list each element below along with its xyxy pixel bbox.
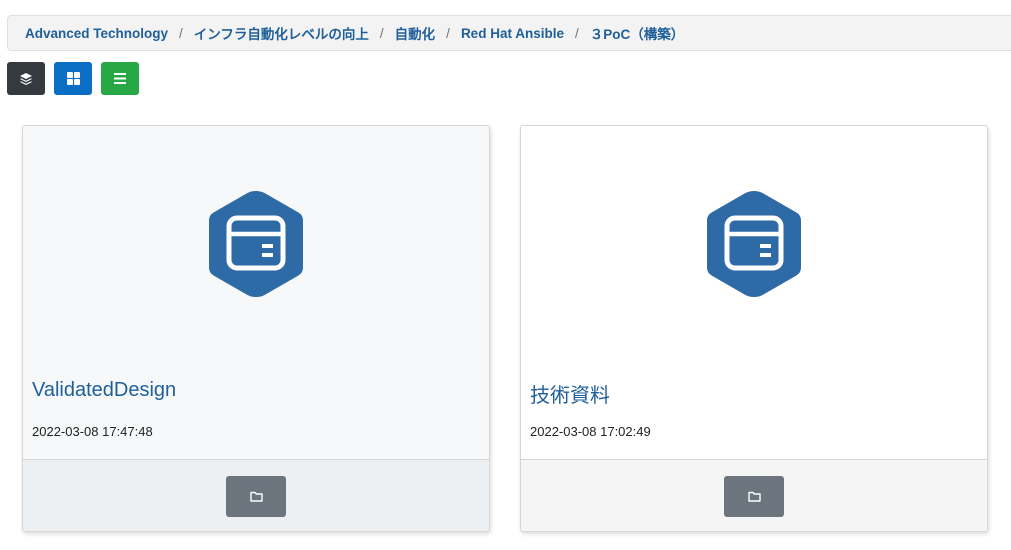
folder-hex-icon	[707, 191, 801, 297]
layers-icon	[20, 72, 32, 85]
breadcrumb-item-infra-automation[interactable]: インフラ自動化レベルの向上	[194, 23, 369, 43]
grid-icon	[66, 72, 80, 85]
card-body: 技術資料 2022-03-08 17:02:49	[521, 126, 987, 459]
card-footer	[23, 459, 489, 531]
breadcrumb-item-automation[interactable]: 自動化	[395, 23, 436, 43]
breadcrumb-separator: /	[574, 25, 579, 41]
breadcrumb-separator: /	[446, 25, 450, 41]
folder-card[interactable]: ValidatedDesign 2022-03-08 17:47:48	[22, 125, 490, 532]
folder-card[interactable]: 技術資料 2022-03-08 17:02:49	[520, 125, 988, 532]
breadcrumb-item-advanced-technology[interactable]: Advanced Technology	[25, 26, 168, 41]
open-folder-button[interactable]	[724, 476, 784, 517]
layers-view-button[interactable]	[7, 62, 45, 95]
breadcrumb: Advanced Technology / インフラ自動化レベルの向上 / 自動…	[7, 15, 1011, 51]
folder-icon	[249, 491, 263, 502]
card-date: 2022-03-08 17:02:49	[530, 424, 651, 439]
breadcrumb-item-poc[interactable]: ３PoC（構築）	[590, 23, 685, 43]
list-view-button[interactable]	[101, 62, 139, 95]
folder-icon	[747, 491, 761, 502]
grid-view-button[interactable]	[54, 62, 92, 95]
card-title[interactable]: 技術資料	[530, 379, 610, 408]
card-body: ValidatedDesign 2022-03-08 17:47:48	[23, 126, 489, 459]
list-icon	[114, 73, 126, 84]
folder-hex-icon	[209, 191, 303, 297]
card-date: 2022-03-08 17:47:48	[32, 424, 153, 439]
open-folder-button[interactable]	[226, 476, 286, 517]
card-footer	[521, 459, 987, 531]
card-title[interactable]: ValidatedDesign	[32, 379, 176, 402]
breadcrumb-item-red-hat-ansible[interactable]: Red Hat Ansible	[461, 26, 564, 41]
breadcrumb-separator: /	[379, 25, 384, 41]
breadcrumb-separator: /	[179, 25, 183, 41]
